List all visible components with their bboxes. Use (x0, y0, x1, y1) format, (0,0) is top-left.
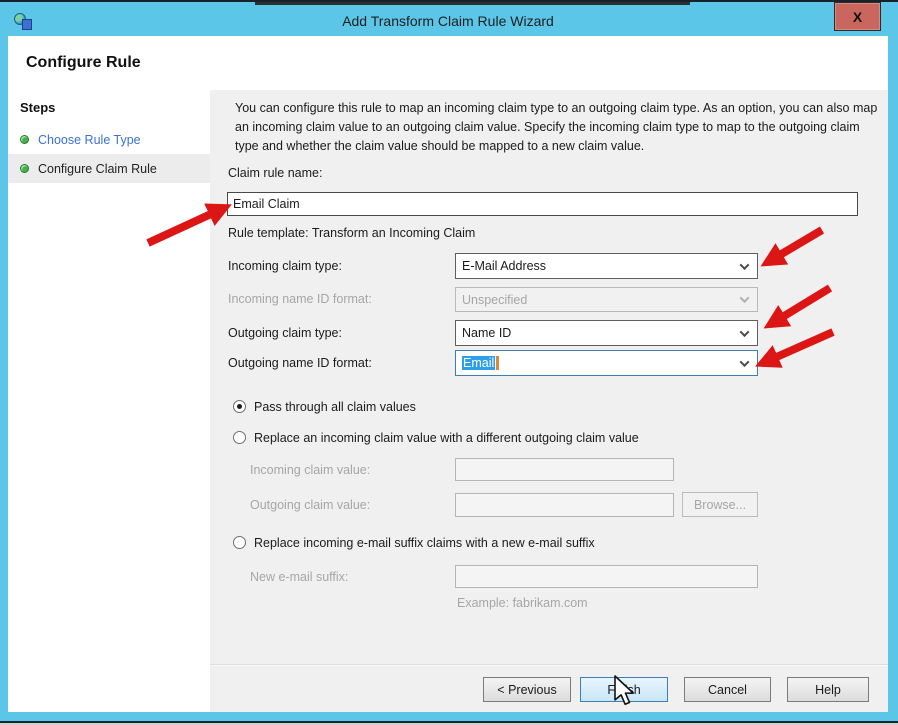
radio-replace-claim-value-label[interactable]: Replace an incoming claim value with a d… (254, 431, 639, 445)
finish-button[interactable]: Finish (580, 677, 668, 702)
window-title: Add Transform Claim Rule Wizard (8, 13, 888, 29)
claim-rule-name-input[interactable] (227, 192, 858, 216)
outgoing-claim-type-label: Outgoing claim type: (228, 326, 342, 340)
step-label: Configure Claim Rule (38, 162, 157, 176)
incoming-claim-type-label: Incoming claim type: (228, 259, 342, 273)
radio-replace-email-suffix[interactable] (233, 536, 246, 549)
incoming-claim-value-label: Incoming claim value: (250, 463, 370, 477)
outgoing-claim-value-input (455, 493, 674, 517)
rule-template-label: Rule template: Transform an Incoming Cla… (228, 226, 475, 240)
chevron-down-icon (740, 260, 750, 270)
page-title: Configure Rule (8, 36, 888, 90)
chevron-down-icon (740, 293, 750, 303)
steps-heading: Steps (8, 96, 210, 125)
footer-divider (210, 664, 888, 666)
incoming-name-id-format-select: Unspecified (455, 287, 758, 312)
new-email-suffix-input (455, 565, 758, 588)
help-button[interactable]: Help (787, 677, 869, 702)
new-email-suffix-label: New e-mail suffix: (250, 570, 348, 584)
email-suffix-example-hint: Example: fabrikam.com (457, 596, 588, 610)
close-button[interactable]: X (834, 2, 881, 31)
screen: Add Transform Claim Rule Wizard X Config… (0, 0, 898, 725)
radio-replace-email-suffix-label[interactable]: Replace incoming e-mail suffix claims wi… (254, 536, 595, 550)
rule-description: You can configure this rule to map an in… (235, 99, 880, 156)
outgoing-name-id-format-select[interactable]: Email (455, 350, 758, 376)
previous-button[interactable]: < Previous (483, 677, 571, 702)
radio-pass-through[interactable] (233, 400, 246, 413)
radio-replace-claim-value[interactable] (233, 431, 246, 444)
sidebar-item-choose-rule-type[interactable]: Choose Rule Type (8, 125, 210, 154)
selected-value: Name ID (462, 326, 741, 340)
step-bullet-icon (20, 164, 29, 173)
selected-text-highlight: Email (462, 356, 495, 371)
main-panel: You can configure this rule to map an in… (210, 90, 888, 712)
chevron-down-icon (740, 327, 750, 337)
outgoing-name-id-format-label: Outgoing name ID format: (228, 356, 372, 370)
incoming-claim-value-input (455, 458, 674, 481)
radio-pass-through-label[interactable]: Pass through all claim values (254, 400, 416, 414)
browse-button: Browse... (682, 492, 758, 517)
dialog-body: Configure Rule Steps Choose Rule Type Co… (8, 36, 888, 712)
step-label: Choose Rule Type (38, 133, 141, 147)
add-transform-claim-rule-wizard-dialog: Add Transform Claim Rule Wizard X Config… (0, 5, 898, 723)
sidebar-item-configure-claim-rule: Configure Claim Rule (8, 154, 210, 183)
steps-sidebar: Steps Choose Rule Type Configure Claim R… (8, 90, 210, 712)
title-bar: Add Transform Claim Rule Wizard X (8, 5, 888, 36)
incoming-name-id-format-label: Incoming name ID format: (228, 292, 372, 306)
chevron-down-icon (740, 357, 750, 367)
incoming-claim-type-select[interactable]: E-Mail Address (455, 253, 758, 279)
outgoing-claim-value-label: Outgoing claim value: (250, 498, 370, 512)
cancel-button[interactable]: Cancel (684, 677, 771, 702)
text-caret (496, 356, 499, 370)
body-row: Steps Choose Rule Type Configure Claim R… (8, 90, 888, 712)
outgoing-claim-type-select[interactable]: Name ID (455, 320, 758, 346)
claim-rule-name-label: Claim rule name: (228, 166, 322, 180)
selected-value: E-Mail Address (462, 259, 741, 273)
step-bullet-icon (20, 135, 29, 144)
selected-value: Unspecified (462, 293, 741, 307)
